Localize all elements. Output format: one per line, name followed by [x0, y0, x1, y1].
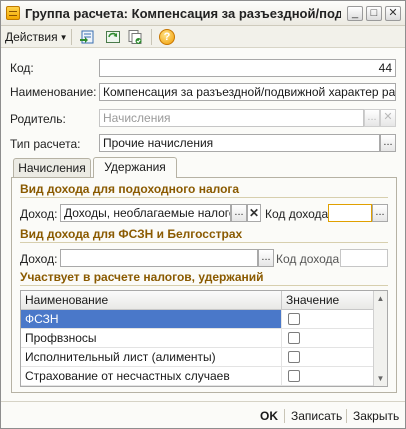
income-tax-select-button[interactable]: ... — [231, 204, 247, 222]
ok-button[interactable]: OK — [260, 407, 278, 425]
row-name: Исполнительный лист (алименты) — [25, 350, 216, 364]
fszn-code-label: Код дохода: — [276, 252, 343, 266]
fszn-group-title: Вид дохода для ФСЗН и Белгосстрах — [20, 227, 243, 241]
table-row[interactable]: Исполнительный лист (алименты) — [21, 348, 373, 367]
income-tax-code-label: Код дохода: — [265, 207, 332, 221]
fszn-income-field[interactable] — [60, 249, 258, 267]
row-value-cell — [281, 367, 373, 385]
column-header-value[interactable]: Значение — [281, 291, 373, 310]
participation-group-title: Участвует в расчете налогов, удержаний — [20, 270, 264, 284]
window-title: Группа расчета: Компенсация за разъездно… — [25, 6, 341, 21]
row-value-cell — [281, 348, 373, 366]
code-label: Код: — [10, 61, 34, 75]
scroll-up-icon[interactable]: ▲ — [374, 292, 387, 305]
maximize-button[interactable]: □ — [366, 6, 382, 21]
save-button[interactable]: Записать — [291, 407, 342, 425]
income-tax-code-select-button[interactable]: ... — [372, 204, 388, 222]
minimize-button[interactable]: _ — [347, 6, 363, 21]
footer-button-divider — [346, 409, 347, 423]
name-field[interactable]: Компенсация за разъездной/подвижной хара… — [99, 83, 396, 101]
actions-label: Действия — [5, 30, 58, 44]
participation-table[interactable]: Наименование Значение ФСЗН Профвзносы Ис… — [20, 290, 388, 387]
app-icon — [6, 6, 20, 20]
income-tax-code-field[interactable] — [328, 204, 372, 222]
dropdown-arrow-icon: ▼ — [59, 33, 68, 42]
income-tax-income-field[interactable]: Доходы, необлагаемые налогом — [60, 204, 231, 222]
calc-type-label: Тип расчета: — [10, 137, 81, 151]
table-row[interactable]: Страхование от несчастных случаев — [21, 367, 373, 386]
footer-divider — [1, 401, 405, 402]
row-value-cell — [281, 329, 373, 347]
close-button[interactable]: Закрыть — [353, 407, 399, 425]
row-name: ФСЗН — [21, 310, 281, 328]
parent-field[interactable]: Начисления — [99, 109, 364, 127]
row-name: Профвзносы — [25, 331, 97, 345]
copy-icon[interactable] — [127, 29, 143, 45]
calc-type-field[interactable]: Прочие начисления — [99, 134, 380, 152]
row-checkbox[interactable] — [288, 332, 300, 344]
refresh-icon[interactable] — [105, 29, 121, 45]
fszn-select-button[interactable]: ... — [258, 249, 274, 267]
help-icon[interactable]: ? — [159, 29, 175, 45]
table-row[interactable]: ФСЗН — [21, 310, 373, 329]
code-field[interactable]: 44 — [99, 59, 396, 77]
form-window: Группа расчета: Компенсация за разъездно… — [0, 0, 406, 429]
group-divider — [20, 197, 388, 198]
row-name: Страхование от несчастных случаев — [25, 369, 230, 383]
toolbar: Действия ▼ ? — [1, 26, 405, 48]
footer-button-divider — [284, 409, 285, 423]
title-bar[interactable]: Группа расчета: Компенсация за разъездно… — [1, 1, 405, 26]
income-tax-clear-button[interactable]: ✕ — [247, 204, 261, 222]
name-label: Наименование: — [10, 85, 97, 99]
tab-deductions[interactable]: Удержания — [93, 157, 177, 178]
form-to-list-icon[interactable] — [79, 29, 95, 45]
column-header-name[interactable]: Наименование — [21, 291, 281, 310]
group-divider — [20, 242, 388, 243]
scroll-down-icon[interactable]: ▼ — [374, 372, 387, 385]
parent-select-button[interactable]: ... — [364, 109, 380, 127]
table-scrollbar[interactable]: ▲ ▼ — [373, 291, 387, 386]
table-row[interactable]: Профвзносы — [21, 329, 373, 348]
row-checkbox[interactable] — [288, 370, 300, 382]
income-tax-group-title: Вид дохода для подоходного налога — [20, 182, 240, 196]
close-window-button[interactable]: ✕ — [385, 6, 401, 21]
parent-label: Родитель: — [10, 112, 66, 126]
toolbar-divider — [71, 29, 72, 45]
toolbar-divider — [151, 29, 152, 45]
row-checkbox[interactable] — [288, 351, 300, 363]
income-tax-income-label: Доход: — [20, 207, 58, 221]
parent-clear-button[interactable]: ✕ — [380, 109, 396, 127]
actions-menu-button[interactable]: Действия ▼ — [5, 29, 68, 45]
calc-type-select-button[interactable]: ... — [380, 134, 396, 152]
group-divider — [20, 285, 388, 286]
tab-accruals[interactable]: Начисления — [13, 158, 91, 178]
row-value-cell — [281, 310, 373, 328]
row-checkbox[interactable] — [288, 313, 300, 325]
table-header: Наименование Значение — [21, 291, 373, 310]
fszn-code-field[interactable] — [340, 249, 388, 267]
fszn-income-label: Доход: — [20, 252, 58, 266]
